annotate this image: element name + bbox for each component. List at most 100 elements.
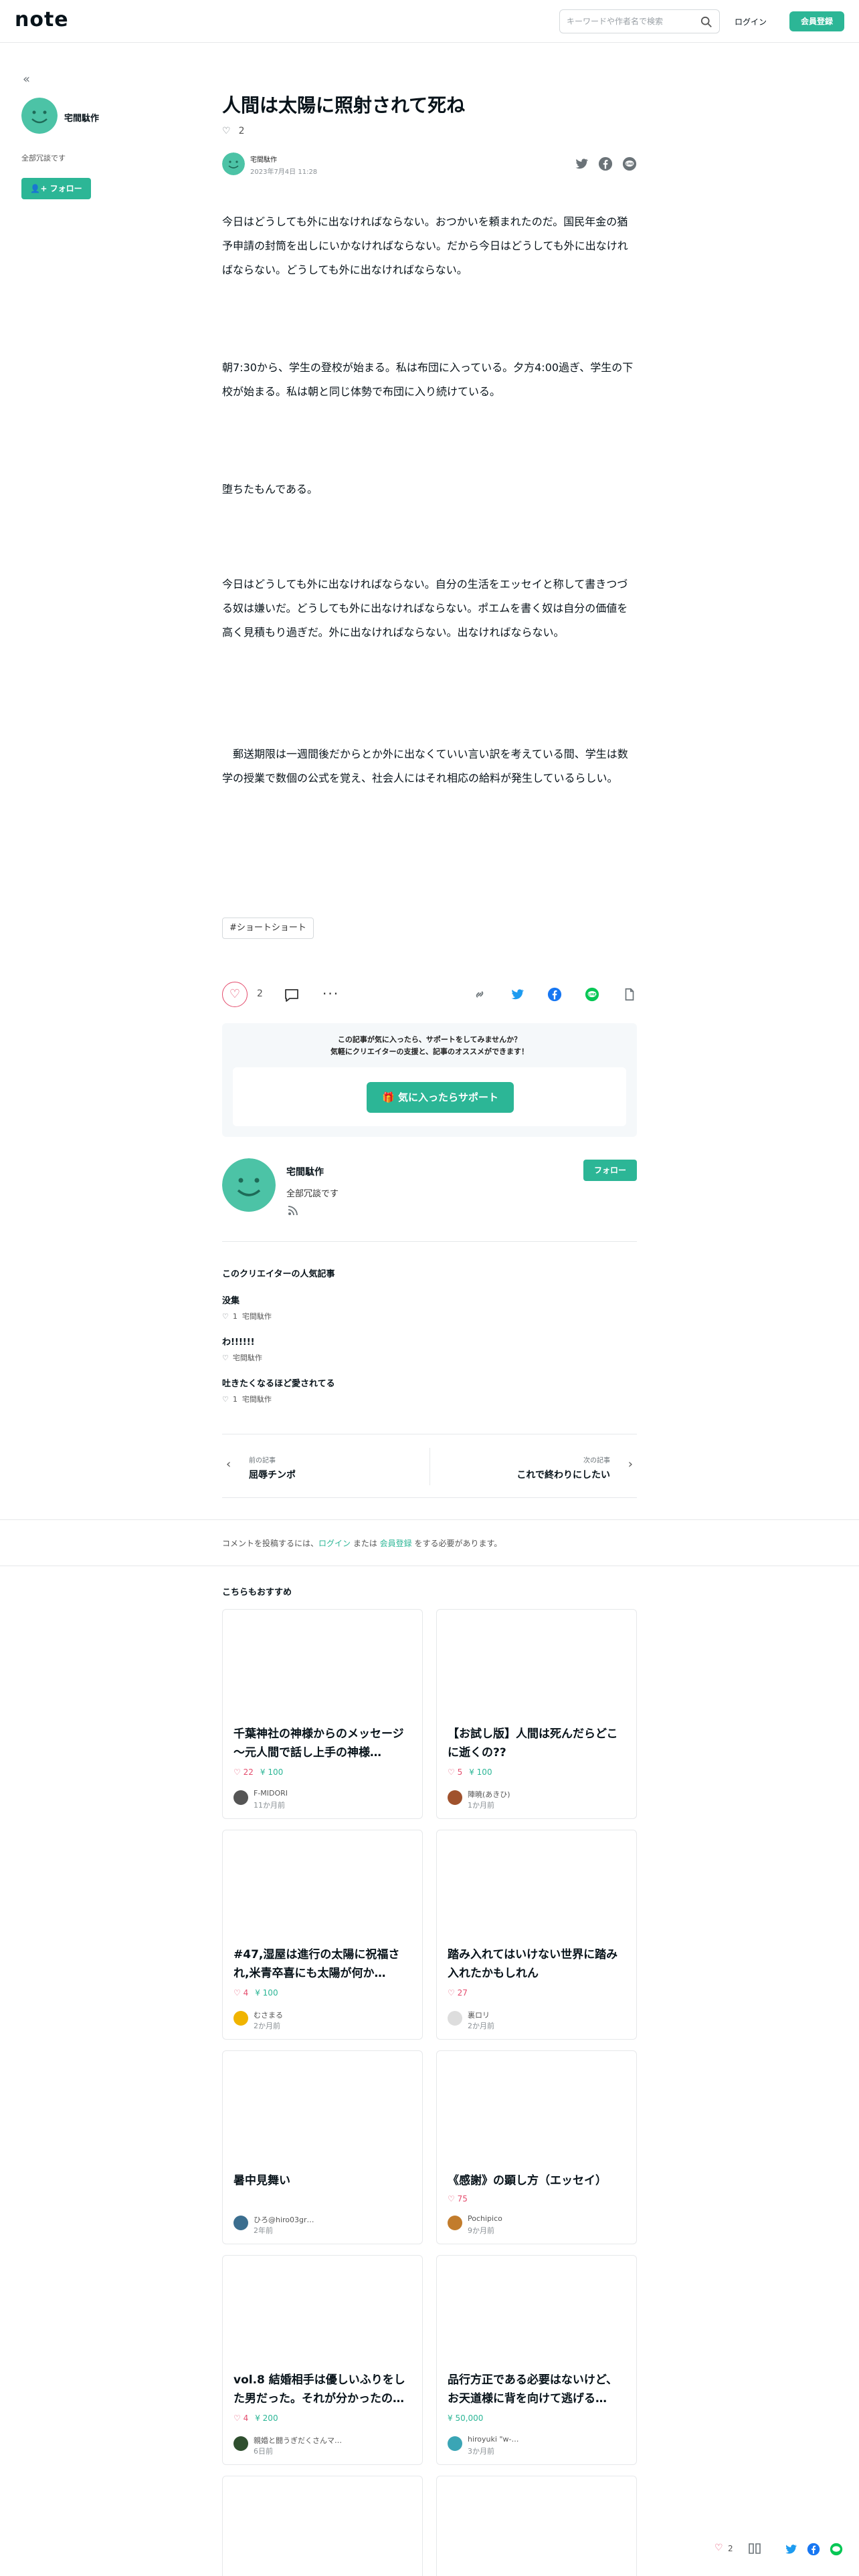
login-link[interactable]: ログイン — [735, 16, 767, 27]
gift-icon: 🎁 — [382, 1091, 398, 1103]
user-plus-icon: 👤+ — [30, 184, 50, 193]
card-likes: 4 — [243, 2413, 249, 2423]
tip-icon: ¥ 100 — [260, 1767, 284, 1777]
popular-item-title[interactable]: わ!!!!!! — [222, 1335, 255, 1348]
profile-card-name[interactable]: 宅間駄作 — [286, 1165, 324, 1178]
card-author-avatar — [448, 2216, 462, 2230]
line-share-icon[interactable] — [830, 2543, 843, 2559]
recommend-card[interactable] — [222, 2476, 423, 2576]
recommend-card[interactable]: 暑中見舞い ひろ@hiro03gr… 2年前 — [222, 2050, 423, 2244]
recommend-heading: こちらもおすすめ — [222, 1588, 292, 1598]
facebook-share-icon[interactable] — [547, 987, 562, 1002]
card-author-avatar — [448, 2011, 462, 2026]
recommend-card[interactable]: vol.8 結婚相手は優しいふりをした男だった。それが分かったの… ♡ 4 ¥ 2… — [222, 2255, 423, 2465]
comment-icon[interactable] — [284, 987, 300, 1003]
magazine-icon[interactable] — [748, 2543, 761, 2557]
recommend-card[interactable]: 《感謝》の顕し方（エッセイ） ♡ 75 Pochipico 9か月前 — [436, 2050, 637, 2244]
signup-button[interactable]: 会員登録 — [789, 11, 844, 31]
comment-signup-link[interactable]: 会員登録 — [380, 1539, 412, 1548]
recommend-card[interactable]: #47,湿屋は進行の太陽に祝福され,米青卒喜にも太陽が何か… ♡ 4 ¥ 100 … — [222, 1830, 423, 2040]
sidebar-follow-button[interactable]: 👤+ フォロー — [21, 178, 91, 199]
article-paragraph-3: 堕ちたもんである。 — [222, 483, 318, 496]
note-logo[interactable]: note — [15, 8, 69, 31]
more-options-icon[interactable]: ··· — [322, 986, 339, 1002]
recommend-card[interactable]: 踏み入れてはいけない世界に踏み入れたかもしれん ♡ 27 裏ロリ 2か月前 — [436, 1830, 637, 2040]
sidebar-avatar[interactable] — [21, 98, 58, 134]
chevron-left-icon[interactable]: ‹ — [226, 1457, 231, 1471]
search-box[interactable] — [559, 9, 720, 33]
comment-login-link[interactable]: ログイン — [318, 1539, 351, 1548]
facebook-share-icon[interactable] — [807, 2543, 820, 2559]
card-title: 暑中見舞い — [233, 2174, 290, 2187]
comment-notice: コメントを投稿するには、ログイン または 会員登録 をする必要があります。 — [0, 1519, 859, 1566]
profile-card-avatar[interactable] — [222, 1158, 276, 1212]
card-stats: ♡ 22 ¥ 100 — [233, 1767, 283, 1777]
collapse-sidebar-icon[interactable]: « — [23, 72, 30, 86]
author-avatar[interactable] — [222, 152, 245, 175]
card-likes: 5 — [457, 1767, 463, 1777]
chevron-right-icon[interactable]: › — [628, 1457, 633, 1471]
popular-item-likes: 1 — [232, 1312, 237, 1321]
twitter-share-icon[interactable] — [784, 2543, 797, 2559]
rss-icon[interactable] — [288, 1205, 298, 1216]
heart-outline-icon[interactable]: ♡ — [222, 126, 231, 136]
floating-action-bar: ♡ 2 — [709, 2536, 859, 2563]
tip-icon: ¥ 100 — [255, 1988, 278, 1998]
popular-item-title[interactable]: 吐きたくなるほど愛されてる — [222, 1376, 335, 1389]
support-message: この記事が気に入ったら、サポートをしてみませんか？ — [337, 1035, 522, 1044]
comment-text-after: をする必要があります。 — [411, 1539, 502, 1548]
prev-article-label: 前の記事 — [249, 1457, 276, 1465]
floating-like-count: 2 — [728, 2544, 733, 2553]
recommend-card[interactable]: 【お試し版】人間は死んだらどこに逝くの?? ♡ 5 ¥ 100 陣暁(あきひ) 1… — [436, 1609, 637, 1819]
next-article-label: 次の記事 — [583, 1457, 610, 1465]
article-title: 人間は太陽に照射されて死ね — [222, 94, 466, 116]
sidebar-author-name[interactable]: 宅間駄作 — [64, 111, 99, 124]
line-share-icon[interactable]: LINE — [585, 987, 599, 1002]
facebook-icon[interactable] — [598, 156, 613, 171]
search-icon[interactable] — [700, 16, 712, 28]
recommend-card[interactable]: 品行方正である必要はないけど、お天道様に背を向けて逃げる… ¥ 50,000 h… — [436, 2255, 637, 2465]
card-author-avatar — [233, 2436, 248, 2451]
heart-icon: ♡ — [229, 987, 241, 1001]
heart-icon[interactable]: ♡ — [714, 2543, 723, 2553]
support-inner: 🎁 気に入ったらサポート — [233, 1067, 626, 1126]
like-summary[interactable]: ♡ 2 — [222, 126, 244, 136]
card-author: Pochipico — [468, 2214, 502, 2223]
heart-icon: ♡ 4 — [233, 1988, 249, 1998]
hashtag-chip[interactable]: #ショートショート — [222, 918, 314, 939]
author-name[interactable]: 宅間駄作 — [250, 154, 277, 164]
heart-outline-icon: ♡ — [222, 1395, 229, 1404]
like-count: 2 — [257, 988, 263, 999]
heart-outline-icon: ♡ — [222, 1354, 229, 1362]
comment-text-before: コメントを投稿するには、 — [222, 1539, 319, 1548]
card-title: vol.8 結婚相手は優しいふりをした男だった。それが分かったの… — [233, 2373, 405, 2405]
support-button[interactable]: 🎁 気に入ったらサポート — [367, 1082, 514, 1113]
next-article-link[interactable]: これで終わりにしたい — [516, 1468, 610, 1481]
heart-icon: ♡ 22 — [233, 1767, 254, 1777]
card-author-avatar — [233, 2011, 248, 2026]
comment-text-middle: または — [351, 1539, 380, 1548]
prev-article-link[interactable]: 屈辱チンポ — [249, 1468, 296, 1481]
card-tip: 100 — [268, 1767, 284, 1777]
card-author-avatar — [233, 1790, 248, 1805]
popular-item-title[interactable]: 没集 — [222, 1293, 240, 1306]
recommend-card[interactable] — [436, 2476, 637, 2576]
site-header: note ログイン 会員登録 — [0, 0, 859, 43]
embed-icon[interactable] — [622, 987, 637, 1002]
like-button[interactable]: ♡ — [222, 982, 248, 1007]
card-title: 【お試し版】人間は死んだらどこに逝くの?? — [448, 1727, 618, 1759]
profile-follow-button[interactable]: フォロー — [583, 1160, 637, 1181]
card-author-avatar — [448, 1790, 462, 1805]
recommend-card[interactable]: 千葉神社の神様からのメッセージ 〜元人間で話し上手の神様… ♡ 22 ¥ 100 … — [222, 1609, 423, 1819]
line-icon[interactable]: LINE — [622, 156, 637, 171]
twitter-icon[interactable] — [574, 156, 589, 171]
link-icon[interactable] — [472, 987, 487, 1002]
search-input[interactable] — [567, 15, 694, 28]
card-author: 親婚と闘うぎだくさんマ… — [254, 2436, 342, 2445]
article-paragraph-4: 今日はどうしても外に出なければならない。自分の生活をエッセイと称して書きつづる奴… — [222, 578, 628, 639]
card-author: むさまる — [254, 2011, 283, 2020]
popular-item-likes: 1 — [232, 1395, 237, 1404]
card-tip: 100 — [476, 1767, 492, 1777]
comment-notice-text: コメントを投稿するには、ログイン または 会員登録 をする必要があります。 — [222, 1537, 502, 1549]
twitter-share-icon[interactable] — [510, 987, 524, 1002]
